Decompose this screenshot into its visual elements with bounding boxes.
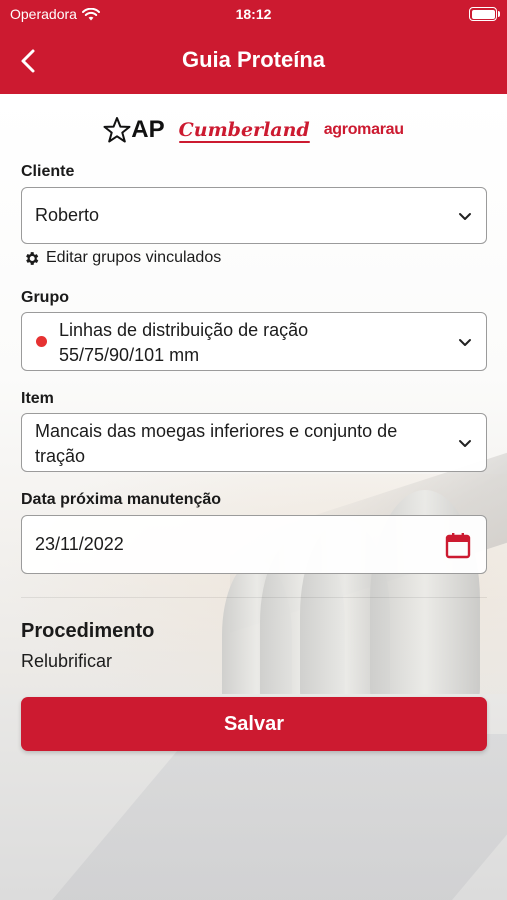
status-bar: Operadora 18:12 — [0, 4, 507, 26]
procedure-title: Procedimento — [21, 620, 155, 642]
item-label: Item — [21, 390, 54, 407]
gear-icon — [26, 251, 39, 265]
chevron-down-icon — [459, 440, 471, 447]
status-time: 18:12 — [235, 6, 272, 22]
chevron-down-icon — [459, 213, 471, 220]
battery-icon — [469, 7, 500, 21]
edit-linked-groups-label: Editar grupos vinculados — [46, 249, 222, 266]
date-input[interactable]: 23/11/2022 — [21, 515, 487, 574]
item-value: Mancais das moegas inferiores e conjunto… — [35, 421, 398, 466]
calendar-icon[interactable] — [445, 532, 471, 559]
chevron-down-icon — [459, 339, 471, 346]
section-divider — [21, 597, 487, 598]
next-maintenance-date-label: Data próxima manutenção — [21, 491, 222, 508]
status-dot — [36, 336, 47, 347]
grupo-label: Grupo — [21, 289, 69, 306]
edit-linked-groups-link[interactable]: Editar grupos vinculados — [23, 249, 221, 267]
cliente-value: Roberto — [35, 205, 100, 225]
save-button[interactable]: Salvar — [21, 697, 487, 751]
item-select[interactable]: Mancais das moegas inferiores e conjunto… — [21, 413, 487, 472]
cliente-label: Cliente — [21, 163, 75, 180]
grupo-select[interactable]: Linhas de distribuição de ração 55/75/90… — [21, 312, 487, 371]
procedure-value: Relubrificar — [21, 651, 113, 671]
grupo-value: Linhas de distribuição de ração 55/75/90… — [59, 320, 309, 365]
cliente-select[interactable]: Roberto — [21, 187, 487, 244]
app-header: Operadora 18:12 Guia Proteína — [0, 0, 507, 94]
partner-logos: AP Cumberland agromarau — [0, 114, 507, 146]
ap-logo: AP — [103, 116, 165, 144]
agromarau-logo: agromarau — [323, 121, 404, 138]
star-icon — [103, 117, 131, 143]
cumberland-logo: Cumberland — [178, 119, 310, 143]
navigation-bar: Guia Proteína — [0, 38, 507, 82]
date-value: 23/11/2022 — [35, 534, 124, 554]
page-title: Guia Proteína — [181, 47, 326, 72]
